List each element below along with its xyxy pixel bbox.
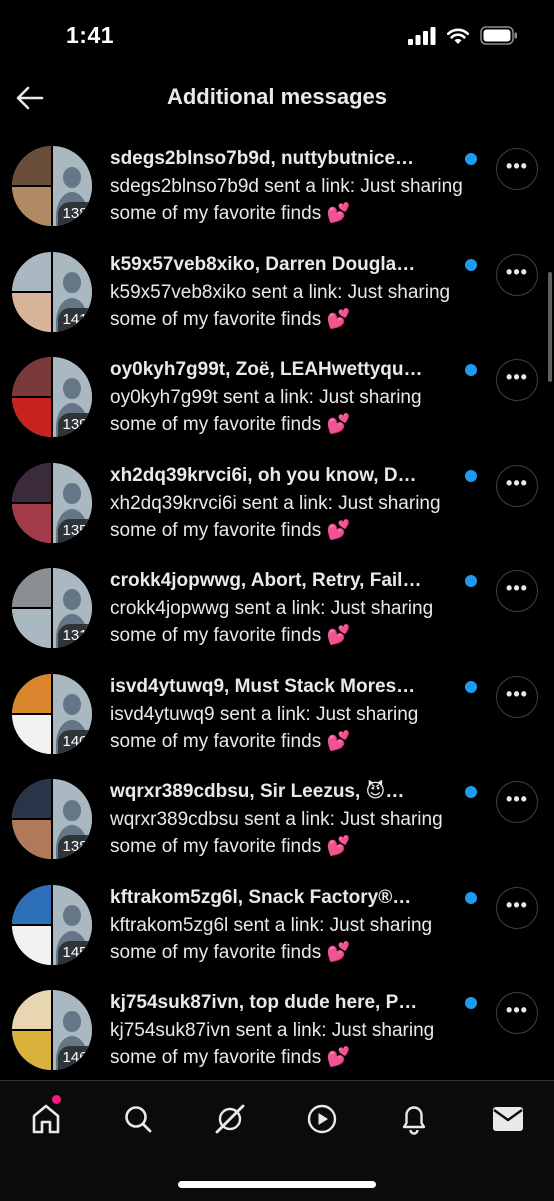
more-options-button[interactable]: ••• (496, 781, 538, 823)
page-title: Additional messages (166, 84, 388, 109)
scrollbar[interactable] (548, 272, 552, 382)
conversation-name: kftrakom5zg6l, Snack Factory®… (110, 886, 412, 908)
conversation-name: k59x57veb8xiko, Darren Dougla… (110, 253, 416, 275)
home-icon (32, 1104, 60, 1134)
unread-dot (465, 258, 477, 271)
more-options-button[interactable]: ••• (496, 464, 538, 507)
member-count: 138 (58, 835, 92, 859)
member-count: 135 (58, 518, 92, 543)
message-preview: sdegs2blnso7b9d sent a link: Just sharin… (110, 176, 463, 224)
nav-messages[interactable] (488, 1099, 528, 1139)
conversation-row[interactable]: 141 k59x57veb8xiko, Darren Dougla… k59x5… (0, 238, 554, 344)
message-preview: crokk4jopwwg sent a link: Just sharing s… (110, 598, 434, 646)
conversation-row[interactable]: 138 wqrxr389cdbsu, Sir Leezus, 😈… wqrxr3… (0, 765, 554, 871)
conversation-list[interactable]: 138 sdegs2blnso7b9d, nuttybutnice… sdegs… (0, 132, 554, 1080)
more-icon: ••• (506, 1000, 528, 1020)
more-options-button[interactable]: ••• (496, 886, 538, 929)
group-avatar: 146 (12, 990, 92, 1070)
more-icon: ••• (506, 789, 528, 809)
unread-dot (465, 575, 477, 587)
unread-dot (465, 680, 477, 693)
group-avatar: 135 (12, 462, 92, 543)
status-bar: 1:41 (0, 0, 554, 70)
member-count: 140 (58, 729, 92, 754)
conversation-row[interactable]: 138 sdegs2blnso7b9d, nuttybutnice… sdegs… (0, 132, 554, 238)
more-options-button[interactable]: ••• (496, 148, 538, 190)
conversation-name: wqrxr389cdbsu, Sir Leezus, 😈… (110, 781, 405, 802)
conversation-name: xh2dq39krvci6i, oh you know, D… (110, 464, 417, 486)
message-preview: wqrxr389cdbsu sent a link: Just sharing … (110, 809, 443, 857)
message-preview: k59x57veb8xiko sent a link: Just sharing… (110, 281, 451, 330)
unread-dot (465, 364, 477, 376)
conversation-name: kj754suk87ivn, top dude here, P… (110, 992, 418, 1013)
search-icon (125, 1106, 152, 1133)
battery-icon (480, 26, 517, 45)
bell-icon (402, 1106, 426, 1135)
unread-dot (465, 891, 477, 904)
message-preview: kj754suk87ivn sent a link: Just sharing … (110, 1020, 435, 1068)
home-indicator (178, 1181, 376, 1188)
conversation-name: sdegs2blnso7b9d, nuttybutnice… (110, 148, 415, 169)
conversation-row[interactable]: 135 xh2dq39krvci6i, oh you know, D… xh2d… (0, 449, 554, 555)
conversation-name: crokk4jopwwg, Abort, Retry, Fail… (110, 570, 422, 591)
more-icon: ••• (506, 472, 528, 493)
nav-home[interactable] (26, 1099, 66, 1139)
group-avatar: 138 (12, 146, 92, 226)
group-avatar: 145 (12, 884, 92, 965)
member-count: 138 (58, 202, 92, 226)
nav-notifications[interactable] (394, 1099, 434, 1139)
mail-icon (493, 1107, 523, 1131)
member-count: 131 (58, 624, 92, 648)
nav-grok[interactable] (210, 1099, 250, 1139)
nav-video[interactable] (302, 1099, 342, 1139)
video-icon (307, 1104, 337, 1134)
status-time: 1:41 (66, 22, 115, 48)
conversation-row[interactable]: 146 kj754suk87ivn, top dude here, P… kj7… (0, 976, 554, 1080)
group-avatar: 139 (12, 357, 92, 437)
group-avatar: 138 (12, 779, 92, 859)
member-count: 141 (58, 307, 92, 332)
unread-dot (465, 997, 477, 1009)
group-avatar: 140 (12, 673, 92, 754)
home-badge (52, 1095, 61, 1104)
more-icon: ••• (506, 367, 528, 387)
member-count: 146 (58, 1046, 92, 1070)
grok-icon (215, 1104, 245, 1134)
message-preview: oy0kyh7g99t sent a link: Just sharing so… (110, 387, 422, 435)
more-icon: ••• (506, 156, 528, 176)
message-preview: isvd4ytuwq9 sent a link: Just sharing so… (110, 703, 419, 752)
more-options-button[interactable]: ••• (496, 359, 538, 401)
unread-dot (465, 469, 477, 482)
unread-dot (465, 786, 477, 798)
conversation-name: isvd4ytuwq9, Must Stack Mores… (110, 675, 416, 697)
member-count: 145 (58, 940, 92, 965)
conversation-row[interactable]: 131 crokk4jopwwg, Abort, Retry, Fail… cr… (0, 554, 554, 660)
more-options-button[interactable]: ••• (496, 675, 538, 718)
message-preview: kftrakom5zg6l sent a link: Just sharing … (110, 914, 433, 963)
signal-icon (408, 26, 436, 45)
conversation-row[interactable]: 140 isvd4ytuwq9, Must Stack Mores… isvd4… (0, 660, 554, 766)
more-options-button[interactable]: ••• (496, 992, 538, 1034)
more-options-button[interactable]: ••• (496, 253, 538, 296)
more-icon: ••• (506, 894, 528, 915)
message-preview: xh2dq39krvci6i sent a link: Just sharing… (110, 492, 441, 541)
unread-dot (465, 153, 477, 165)
group-avatar: 141 (12, 251, 92, 332)
more-icon: ••• (506, 578, 528, 598)
conversation-row[interactable]: 145 kftrakom5zg6l, Snack Factory®… kftra… (0, 871, 554, 977)
more-icon: ••• (506, 683, 528, 704)
conversation-row[interactable]: 139 oy0kyh7g99t, Zoë, LEAHwettyqu… oy0ky… (0, 343, 554, 449)
conversation-name: oy0kyh7g99t, Zoë, LEAHwettyqu… (110, 359, 423, 380)
status-icons (408, 26, 518, 45)
member-count: 139 (58, 413, 92, 437)
more-options-button[interactable]: ••• (496, 570, 538, 612)
nav-search[interactable] (118, 1099, 158, 1139)
page-header: Additional messages (0, 70, 554, 130)
wifi-icon (446, 28, 470, 44)
more-icon: ••• (506, 261, 528, 282)
group-avatar: 131 (12, 568, 92, 648)
